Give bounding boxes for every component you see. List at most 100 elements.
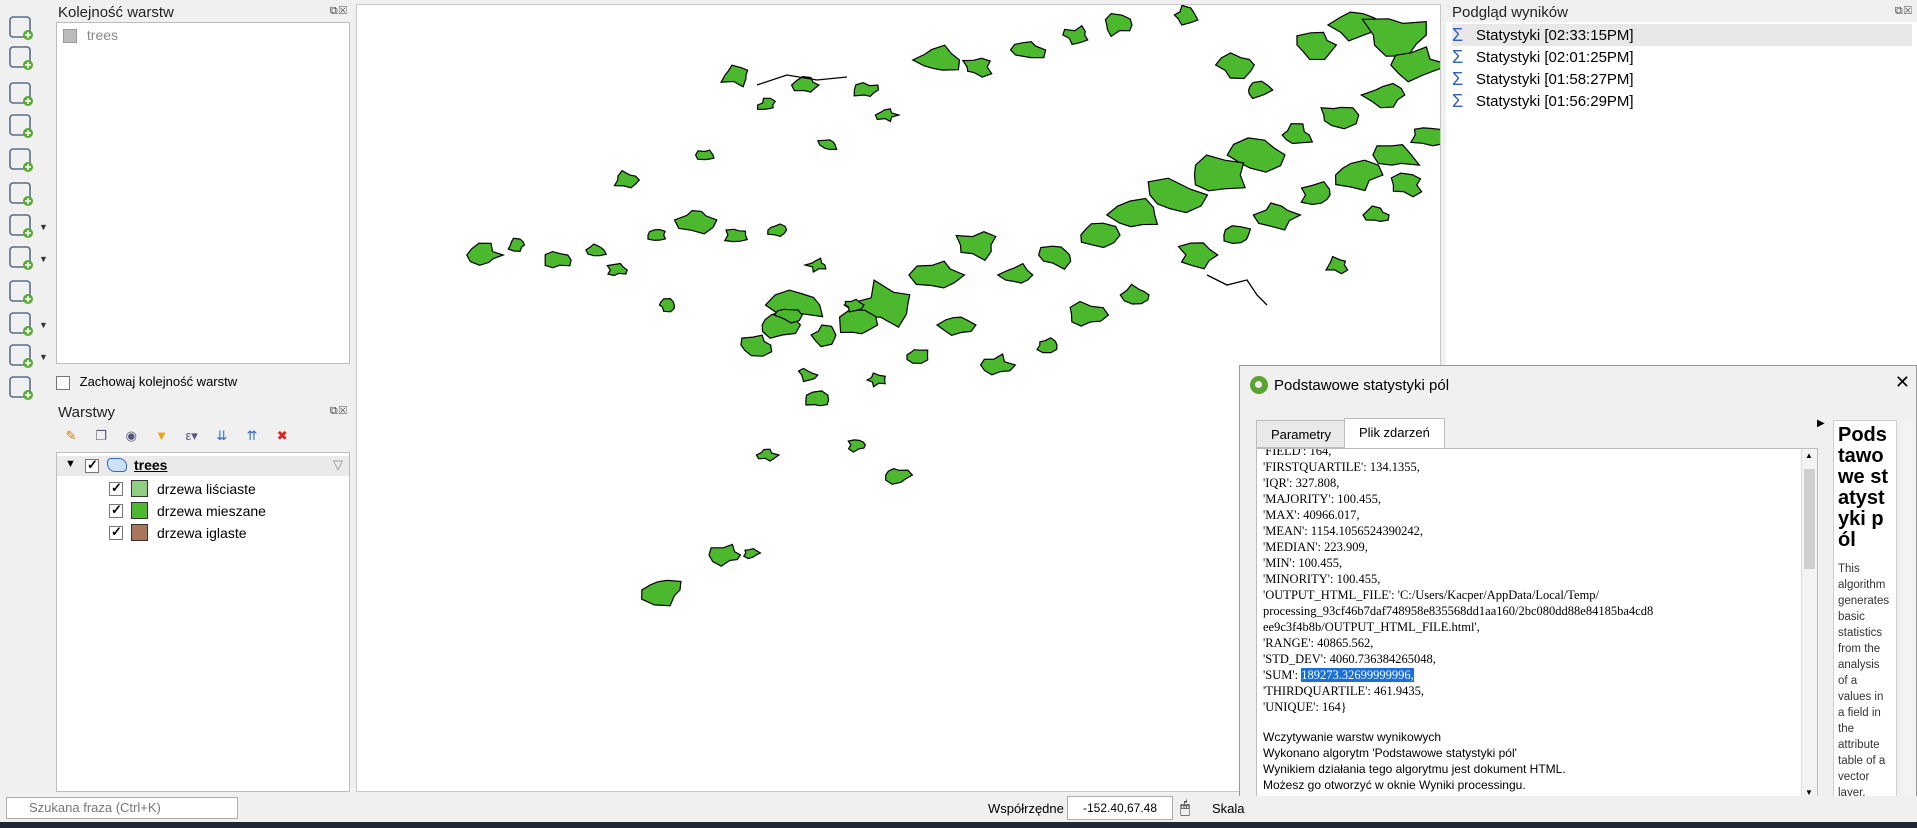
log-line: 'IQR': 327.808, <box>1263 476 1340 490</box>
log-line-sum: 'SUM': 189273.32699999996, <box>1263 668 1414 682</box>
collapse-all-icon[interactable]: ⇈ <box>243 427 261 445</box>
layer-order-item[interactable]: trees <box>63 27 119 44</box>
legend-category-row[interactable]: drzewa iglaste <box>57 523 349 543</box>
add-gps-layer-icon[interactable] <box>6 146 36 174</box>
category-checkbox[interactable] <box>109 524 123 540</box>
add-postgis-layer-icon[interactable]: ▼ <box>6 212 48 240</box>
tree-polygon <box>694 149 715 161</box>
layer-order-panel: Kolejność warstw ⧉☒ trees Zachowaj kolej… <box>56 0 350 390</box>
log-line: 'RANGE': 40865.562, <box>1263 636 1374 650</box>
tree-polygon <box>1296 31 1338 61</box>
keep-order-option[interactable]: Zachowaj kolejność warstw <box>56 374 237 390</box>
log-text-area[interactable]: 'FIELD': 164, 'FIRSTQUARTILE': 134.1355, '… <box>1256 448 1818 800</box>
result-item[interactable]: Σ Statystyki [01:58:27PM] <box>1452 68 1912 90</box>
layer-row-trees[interactable]: ▼ trees ▽ <box>57 456 349 476</box>
tree-polygon <box>874 108 901 123</box>
legend-category-row[interactable]: drzewa mieszane <box>57 501 349 521</box>
panel-float-close-buttons[interactable]: ⧉☒ <box>330 405 348 418</box>
new-temporary-layer-icon[interactable]: ▼ <box>6 342 48 370</box>
layers-tree: ▼ trees ▽ drzewa liściaste drzewa mieszan… <box>56 452 350 792</box>
tree-polygon <box>1300 180 1331 206</box>
layer-order-item-label: trees <box>86 27 119 43</box>
tree-polygon <box>720 64 749 88</box>
log-scrollbar[interactable]: ▲ ▼ <box>1801 449 1817 799</box>
filter-expression-icon[interactable]: ε▾ <box>183 427 201 445</box>
category-label: drzewa iglaste <box>157 525 247 541</box>
dialog-title: Podstawowe statystyki pól <box>1274 376 1450 394</box>
expand-all-icon[interactable]: ⇊ <box>213 427 231 445</box>
log-line: 'FIRSTQUARTILE': 134.1355, <box>1263 460 1420 474</box>
tree-polygon <box>1223 225 1252 245</box>
results-list: Σ Statystyki [02:33:15PM] Σ Statystyki [02:… <box>1446 22 1917 365</box>
coordinate-field[interactable]: -152.40,67.48 <box>1067 796 1173 820</box>
result-label: Statystyki [01:56:29PM] <box>1476 92 1634 110</box>
basic-statistics-dialog: Podstawowe statystyki pól ✕ Parametry Pl… <box>1239 365 1917 828</box>
keep-order-checkbox[interactable] <box>56 375 70 390</box>
tab-parameters[interactable]: Parametry <box>1256 420 1346 448</box>
tree-polygon <box>935 316 977 337</box>
log-line: 'MEAN': 1154.1056524390242, <box>1263 524 1423 538</box>
add-vector-layer-icon[interactable] <box>6 14 36 42</box>
add-mesh-layer-icon[interactable] <box>6 80 36 108</box>
add-virtual-layer-icon[interactable] <box>6 180 36 208</box>
category-checkbox[interactable] <box>109 480 123 496</box>
tab-log[interactable]: Plik zdarzeń <box>1344 418 1445 449</box>
manage-visibility-icon[interactable]: ◉ <box>122 427 140 445</box>
layer-filter-icon[interactable]: ▽ <box>333 457 343 473</box>
collapse-help-icon[interactable]: ▶ <box>1817 418 1825 429</box>
layers-title: Warstwy <box>58 404 115 421</box>
layer-visibility-checkbox[interactable] <box>85 457 99 473</box>
filter-legend-icon[interactable]: ▼ <box>153 427 171 445</box>
tree-polygon <box>1062 24 1089 46</box>
log-line: 'OUTPUT_HTML_FILE': 'C:/Users/Kacper/App… <box>1263 588 1600 602</box>
result-item[interactable]: Σ Statystyki [01:56:29PM] <box>1452 90 1912 112</box>
collapse-arrow-icon[interactable]: ▼ <box>65 458 76 470</box>
sigma-icon: Σ <box>1452 68 1464 89</box>
toggle-extents-icon[interactable]: 🖱 <box>1180 798 1190 818</box>
log-line: 'MAX': 40966.017, <box>1263 508 1360 522</box>
scale-label: Skala <box>1212 801 1245 816</box>
tree-polygon <box>961 57 993 78</box>
dropdown-arrow-icon[interactable]: ▼ <box>39 254 48 264</box>
log-footer: Wczytywanie warstw wynikowych Wykonano al… <box>1263 729 1566 793</box>
tree-polygon <box>767 223 788 238</box>
result-item[interactable]: Σ Statystyki [02:01:25PM] <box>1452 46 1912 68</box>
layer-order-checkbox[interactable] <box>63 29 77 44</box>
tree-polygon <box>955 231 997 262</box>
tree-polygon <box>1409 127 1440 147</box>
layer-order-title: Kolejność warstw <box>58 4 174 21</box>
selected-sum-value[interactable]: 189273.32699999996, <box>1301 668 1414 682</box>
add-wfs-layer-icon[interactable] <box>6 278 36 306</box>
category-color-swatch <box>131 524 148 541</box>
tree-polygon <box>507 237 526 252</box>
panel-float-close-buttons[interactable]: ⧉☒ <box>1895 5 1913 18</box>
tree-polygon <box>805 390 830 407</box>
result-item[interactable]: Σ Statystyki [02:33:15PM] <box>1452 24 1912 46</box>
data-source-manager-icon[interactable] <box>6 374 36 402</box>
close-icon[interactable]: ✕ <box>1895 372 1910 393</box>
help-scrollbar[interactable] <box>1903 420 1915 820</box>
tree-polygon <box>979 353 1017 376</box>
line-feature <box>1206 274 1268 306</box>
scrollbar-thumb[interactable] <box>1804 469 1815 569</box>
tree-polygon <box>1069 300 1110 327</box>
add-wms-layer-icon[interactable]: ▼ <box>6 244 48 272</box>
add-delimited-text-layer-icon[interactable] <box>6 112 36 140</box>
log-line: processing_93cf46b7daf748958e835568dd1aa… <box>1263 604 1654 618</box>
tree-polygon <box>641 579 682 607</box>
panel-float-close-buttons[interactable]: ⧉☒ <box>330 5 348 18</box>
scroll-up-icon[interactable]: ▲ <box>1805 451 1813 460</box>
dropdown-arrow-icon[interactable]: ▼ <box>39 222 48 232</box>
new-shapefile-layer-icon[interactable]: ▼ <box>6 310 48 338</box>
legend-category-row[interactable]: drzewa liściaste <box>57 479 349 499</box>
add-group-icon[interactable]: ❐ <box>92 427 110 445</box>
remove-layer-icon[interactable]: ✖ <box>273 427 291 445</box>
tree-polygon <box>790 75 821 93</box>
layer-styling-icon[interactable]: ✎ <box>62 427 80 445</box>
tree-polygon <box>1036 337 1058 354</box>
category-checkbox[interactable] <box>109 502 123 518</box>
dropdown-arrow-icon[interactable]: ▼ <box>39 320 48 330</box>
add-raster-layer-icon[interactable] <box>6 44 36 72</box>
dropdown-arrow-icon[interactable]: ▼ <box>39 352 48 362</box>
locator-search-input[interactable]: Szukana fraza (Ctrl+K) <box>6 797 238 819</box>
